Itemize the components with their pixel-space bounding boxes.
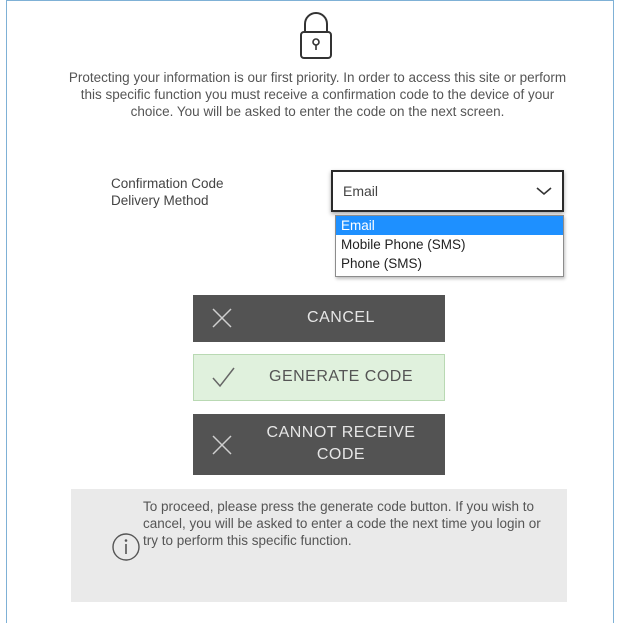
option-email[interactable]: Email — [336, 216, 563, 235]
checkmark-icon — [212, 367, 235, 388]
delivery-method-label: Confirmation Code Delivery Method — [111, 175, 301, 209]
generate-code-button-label: GENERATE CODE — [269, 368, 413, 385]
cannot-receive-label-line2: CODE — [316, 446, 366, 463]
generate-code-button[interactable]: GENERATE CODE — [193, 354, 445, 401]
chevron-down-icon — [536, 187, 552, 196]
delivery-method-select[interactable]: Email — [331, 170, 564, 212]
option-mobile-phone-sms[interactable]: Mobile Phone (SMS) — [336, 235, 563, 254]
cannot-receive-code-button-label: CANNOT RECEIVE CODE — [245, 422, 437, 466]
select-value: Email — [343, 183, 379, 199]
main-frame: Protecting your information is our first… — [6, 0, 614, 623]
cannot-receive-label-line1: CANNOT RECEIVE — [266, 424, 416, 441]
cancel-button-label: CANCEL — [307, 309, 375, 326]
cancel-button[interactable]: CANCEL — [193, 295, 445, 342]
info-panel: To proceed, please press the generate co… — [71, 489, 567, 602]
option-phone-sms[interactable]: Phone (SMS) — [336, 254, 563, 273]
cannot-receive-code-button[interactable]: CANNOT RECEIVE CODE — [193, 414, 445, 475]
x-icon — [212, 308, 232, 328]
info-icon — [112, 533, 140, 561]
delivery-method-label-line2: Delivery Method — [111, 193, 209, 208]
lock-icon — [300, 12, 332, 59]
intro-text: Protecting your information is our first… — [68, 70, 567, 119]
info-text: To proceed, please press the generate co… — [143, 499, 541, 548]
x-icon — [212, 435, 232, 455]
delivery-method-label-line1: Confirmation Code — [111, 176, 224, 191]
delivery-method-dropdown: Email Mobile Phone (SMS) Phone (SMS) — [335, 215, 564, 277]
